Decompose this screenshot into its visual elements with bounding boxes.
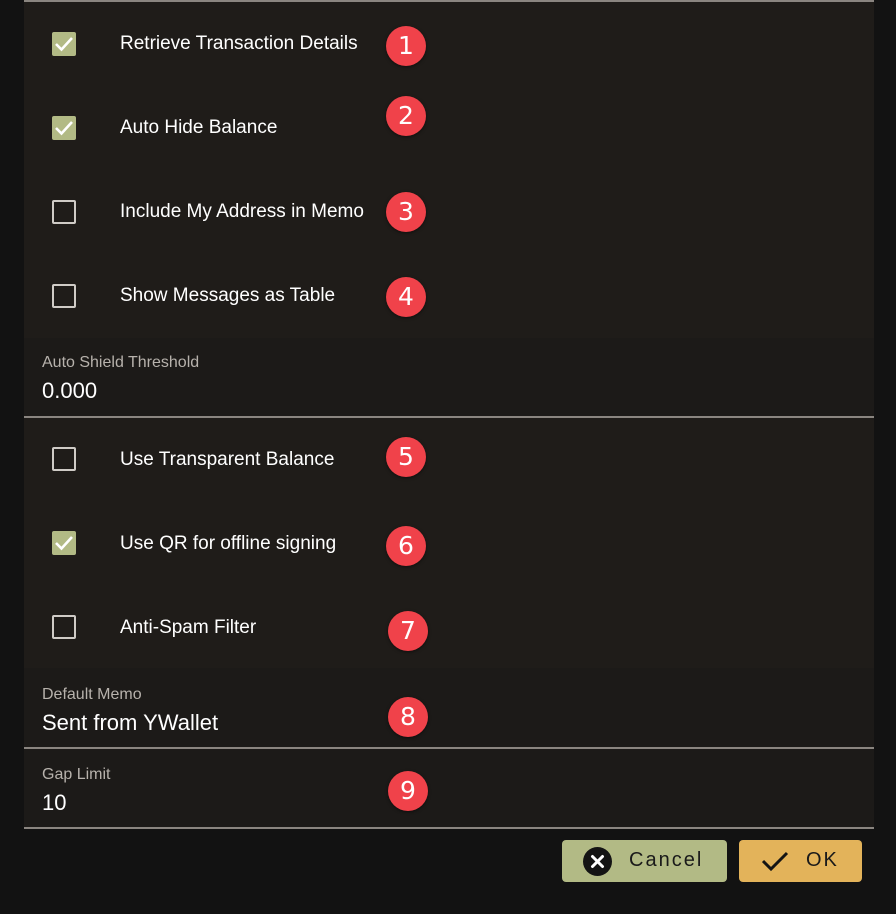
checkbox-unchecked[interactable] — [52, 284, 76, 308]
setting-label: Include My Address in Memo — [120, 201, 364, 222]
settings-group-2: Use Transparent Balance Use QR for offli… — [24, 418, 874, 668]
field-label: Auto Shield Threshold — [42, 354, 200, 371]
setting-auto-hide-balance[interactable]: Auto Hide Balance — [24, 86, 874, 170]
field-label: Gap Limit — [42, 766, 111, 783]
setting-label: Retrieve Transaction Details — [120, 33, 358, 54]
setting-label: Anti-Spam Filter — [120, 617, 257, 638]
setting-include-my-address-in-memo[interactable]: Include My Address in Memo — [24, 170, 874, 254]
checkbox-checked[interactable] — [52, 531, 76, 555]
number-badge: 3 — [386, 192, 426, 232]
number-badge: 2 — [386, 96, 426, 136]
setting-retrieve-transaction-details[interactable]: Retrieve Transaction Details — [24, 2, 874, 86]
checkbox-unchecked[interactable] — [52, 447, 76, 471]
number-badge: 1 — [386, 26, 426, 66]
number-badge: 7 — [388, 611, 428, 651]
number-badge: 6 — [386, 526, 426, 566]
number-badge: 8 — [388, 697, 428, 737]
setting-label: Show Messages as Table — [120, 285, 336, 306]
cancel-button[interactable]: Cancel — [562, 840, 727, 882]
settings-group-1: Retrieve Transaction Details Auto Hide B… — [24, 2, 874, 338]
field-value[interactable]: Sent from YWallet — [42, 710, 218, 736]
setting-anti-spam-filter[interactable]: Anti-Spam Filter — [24, 586, 874, 670]
ok-button[interactable]: OK — [739, 840, 862, 882]
auto-shield-threshold-field[interactable]: Auto Shield Threshold 0.000 — [24, 338, 874, 416]
checkbox-checked[interactable] — [52, 116, 76, 140]
setting-label: Use QR for offline signing — [120, 533, 337, 554]
setting-use-transparent-balance[interactable]: Use Transparent Balance — [24, 418, 874, 502]
ok-button-label: OK — [806, 849, 839, 871]
field-value[interactable]: 0.000 — [42, 378, 97, 404]
close-circle-icon — [583, 847, 612, 876]
checkbox-unchecked[interactable] — [52, 615, 76, 639]
default-memo-field[interactable]: Default Memo Sent from YWallet — [24, 668, 874, 747]
check-icon — [761, 851, 789, 872]
field-underline — [24, 827, 874, 829]
checkbox-unchecked[interactable] — [52, 200, 76, 224]
gap-limit-field[interactable]: Gap Limit 10 — [24, 749, 874, 827]
checkbox-checked[interactable] — [52, 32, 76, 56]
cancel-button-label: Cancel — [629, 849, 704, 871]
setting-use-qr-for-offline-signing[interactable]: Use QR for offline signing — [24, 502, 874, 586]
number-badge: 4 — [386, 277, 426, 317]
field-label: Default Memo — [42, 686, 142, 703]
number-badge: 9 — [388, 771, 428, 811]
setting-show-messages-as-table[interactable]: Show Messages as Table — [24, 254, 874, 338]
number-badge: 5 — [386, 437, 426, 477]
setting-label: Use Transparent Balance — [120, 449, 335, 470]
field-value[interactable]: 10 — [42, 790, 66, 816]
setting-label: Auto Hide Balance — [120, 117, 278, 138]
